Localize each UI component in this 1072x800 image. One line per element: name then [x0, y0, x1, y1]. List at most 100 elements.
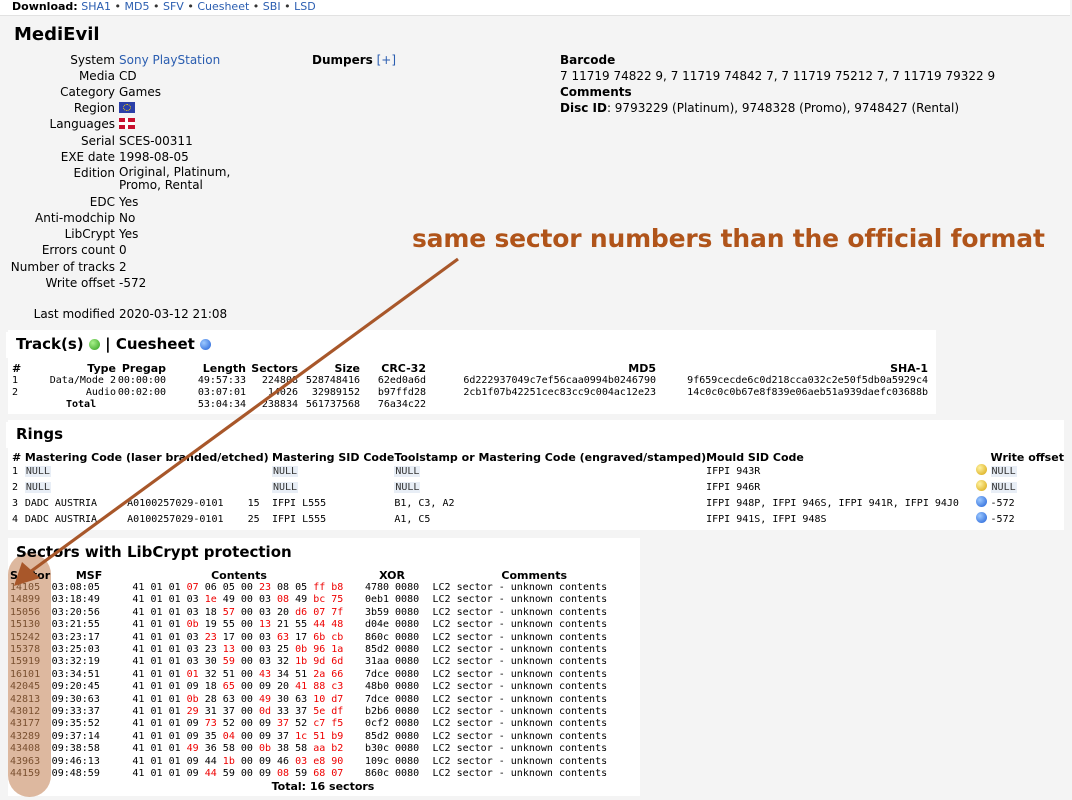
content-byte: 44 — [204, 768, 217, 780]
content-byte: 32 — [277, 656, 290, 668]
col-ring-number: # — [12, 451, 22, 464]
col-msf: MSF — [75, 569, 103, 582]
content-byte: 34 — [277, 668, 290, 680]
content-byte: 0d — [258, 706, 271, 718]
content-byte: 00 — [240, 755, 253, 767]
content-byte: 00 — [240, 606, 253, 618]
category-label: Category — [60, 85, 115, 99]
ring-mould-sid: IFPI 943R — [706, 466, 761, 477]
serial-value: SCES-00311 — [119, 134, 193, 148]
track-cell-number: 1 — [12, 375, 19, 386]
sector-link[interactable]: 14105 — [10, 582, 40, 593]
download-cuesheet-link[interactable]: Cuesheet — [197, 0, 249, 13]
content-byte: f5 — [331, 718, 344, 730]
content-byte: 08 — [277, 768, 290, 780]
sector-link[interactable]: 16101 — [10, 669, 40, 680]
track-count-label: Number of tracks — [10, 260, 115, 274]
table-row: 15919 03:32:19 41 01 01 03 30 59 00 03 32 … — [10, 656, 636, 668]
sector-link[interactable]: 15919 — [10, 656, 40, 667]
ring-number: 4 — [12, 514, 19, 525]
content-byte: 03 — [186, 606, 199, 618]
total-crc32: 76a34c22 — [377, 399, 426, 410]
sector-link[interactable]: 43177 — [10, 718, 40, 729]
content-byte: 23 — [204, 644, 217, 656]
content-byte: 03 — [258, 644, 271, 656]
msf-cell: 09:38:58 — [51, 743, 100, 755]
region-label: Region — [73, 101, 115, 115]
sector-link[interactable]: 15378 — [10, 644, 40, 655]
content-byte: 01 — [168, 681, 181, 693]
content-byte: 13 — [258, 619, 271, 631]
download-sbi-link[interactable]: SBI — [263, 0, 281, 13]
sector-link[interactable]: 43408 — [10, 743, 40, 754]
dumpers-field: Dumpers [+] — [312, 52, 396, 68]
content-byte: 21 — [277, 619, 290, 631]
xor-cell: 4780 0080 — [364, 582, 420, 593]
track-count-value: 2 — [119, 260, 127, 274]
content-byte: 01 — [168, 606, 181, 618]
content-byte: ff — [313, 582, 326, 593]
col-mould-sid: Mould SID Code — [706, 451, 804, 464]
content-byte: 41 — [132, 718, 145, 730]
col-mastering-sid: Mastering SID Code — [272, 451, 395, 464]
content-byte: 7f — [331, 606, 344, 618]
table-row: 14899 03:18:49 41 01 01 03 1e 49 00 03 08 … — [10, 594, 636, 606]
download-lsd-link[interactable]: LSD — [294, 0, 316, 13]
track-cell-sha1: 9f659cecde6c0d218cca032c2e50f5db0a5929c4 — [687, 375, 928, 386]
sector-cell: 42813 — [10, 694, 52, 706]
sector-link[interactable]: 15130 — [10, 619, 40, 630]
content-byte: 00 — [240, 668, 253, 680]
col-crc32: CRC-32 — [381, 362, 426, 375]
content-byte: 0b — [186, 619, 199, 631]
download-sha1-link[interactable]: SHA1 — [81, 0, 111, 13]
ring-mould-sid: IFPI 946R — [706, 482, 761, 493]
download-md5-link[interactable]: MD5 — [125, 0, 150, 13]
sector-link[interactable]: 15242 — [10, 632, 40, 643]
total-cell-empty — [426, 399, 656, 411]
content-byte: 73 — [204, 718, 217, 730]
track-cell-number: 2 — [12, 387, 19, 398]
content-byte: 13 — [222, 644, 235, 656]
track-cell-length: 49:57:33 — [197, 375, 246, 386]
content-byte: 00 — [240, 706, 253, 718]
content-byte: 10 — [313, 693, 326, 705]
msf-cell: 09:37:14 — [51, 730, 100, 742]
region-value — [119, 102, 135, 114]
sector-link[interactable]: 15056 — [10, 607, 40, 618]
total-cell-empty — [656, 399, 928, 411]
ring-mastering-code: NULL — [24, 466, 51, 477]
content-byte: 49 — [258, 693, 271, 705]
content-byte: 23 — [204, 631, 217, 643]
libcrypt-label: LibCrypt — [64, 227, 115, 241]
content-byte: 65 — [222, 681, 235, 693]
content-byte: 30 — [277, 693, 290, 705]
download-sfv-link[interactable]: SFV — [163, 0, 184, 13]
sector-link[interactable]: 42813 — [10, 694, 40, 705]
content-byte: 09 — [186, 718, 199, 730]
sector-link[interactable]: 42045 — [10, 681, 40, 692]
col-size: Size — [334, 362, 360, 375]
info-row-exe-date: EXE date 1998-08-05 — [0, 149, 560, 165]
content-byte: 03 — [186, 656, 199, 668]
sector-link[interactable]: 43289 — [10, 731, 40, 742]
xor-cell: 0eb1 0080 — [364, 594, 420, 606]
content-byte: 09 — [186, 768, 199, 780]
content-byte: 29 — [186, 706, 199, 718]
dumpers-expand-toggle[interactable]: [+] — [377, 53, 396, 67]
info-row-track-count: Number of tracks 2 — [0, 259, 560, 275]
table-row: 42045 09:20:45 41 01 01 09 18 65 00 09 20 … — [10, 681, 636, 693]
ring-number: 1 — [12, 466, 19, 477]
sector-link[interactable]: 14899 — [10, 594, 40, 605]
comment-cell: LC2 sector - unknown contents — [432, 706, 608, 718]
content-byte: 01 — [168, 730, 181, 742]
comment-cell: LC2 sector - unknown contents — [432, 631, 608, 643]
total-size: 561737568 — [305, 399, 360, 410]
sector-link[interactable]: 43963 — [10, 756, 40, 767]
comment-cell: LC2 sector - unknown contents — [432, 582, 608, 593]
sector-link[interactable]: 44159 — [10, 768, 40, 779]
sector-link[interactable]: 43012 — [10, 706, 40, 717]
system-link[interactable]: Sony PlayStation — [119, 52, 220, 68]
content-byte: 9d — [313, 656, 326, 668]
content-byte: 59 — [295, 768, 308, 780]
content-byte: 96 — [313, 644, 326, 656]
